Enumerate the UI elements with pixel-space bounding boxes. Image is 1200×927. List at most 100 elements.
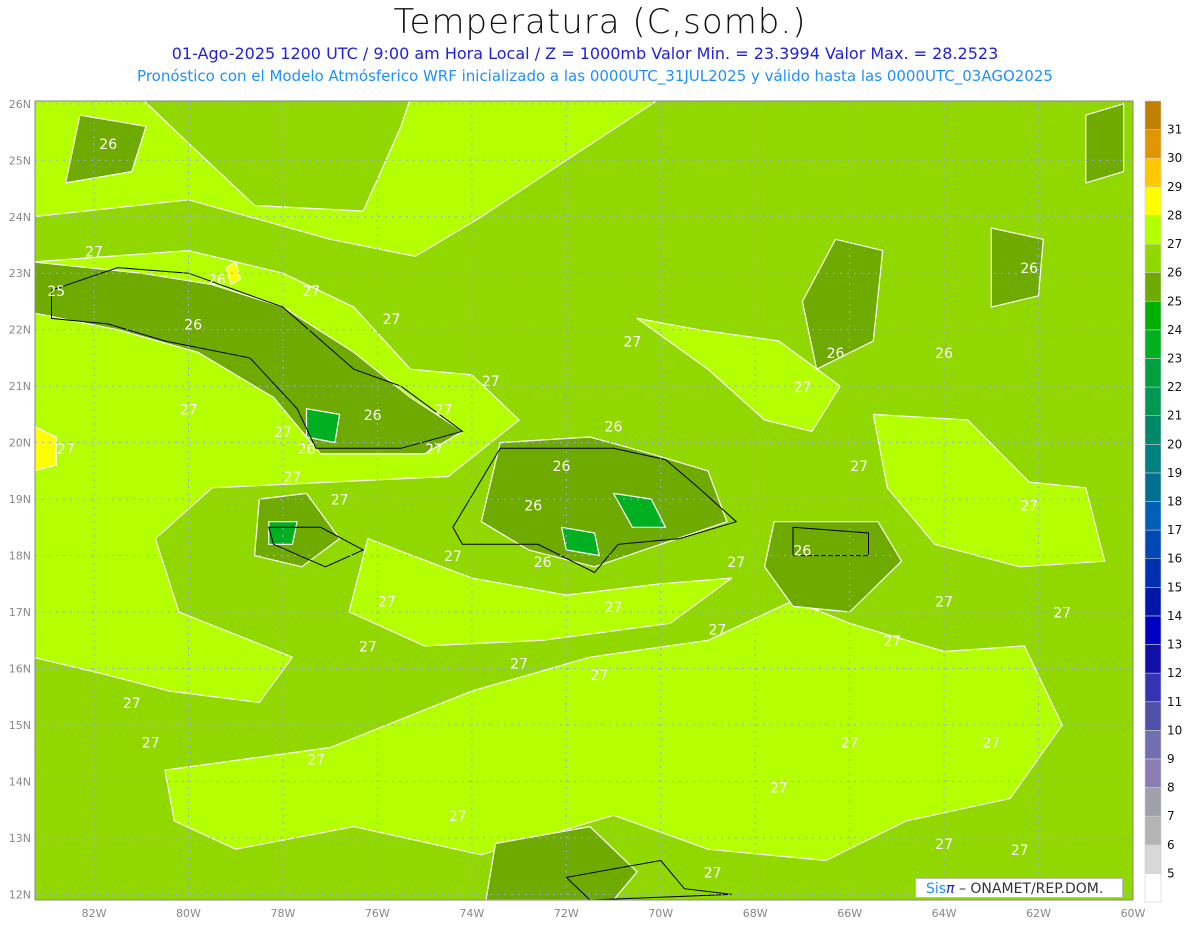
colorbar-swatch <box>1144 815 1162 846</box>
colorbar-label: 27 <box>1167 237 1182 251</box>
lon-tick-label: 68W <box>743 907 768 920</box>
lon-tick-label: 76W <box>365 907 390 920</box>
lat-tick-label: 24N <box>9 211 31 224</box>
contour-label: 27 <box>1053 606 1071 622</box>
lat-tick-label: 14N <box>9 775 31 788</box>
lat-tick-label: 26N <box>9 98 31 111</box>
contour-label: 27 <box>444 549 462 565</box>
lon-tick-label: 66W <box>837 907 862 920</box>
lat-tick-label: 23N <box>9 267 31 280</box>
lat-tick-label: 17N <box>9 606 31 619</box>
contour-label: 27 <box>708 623 726 639</box>
contour-label: 26 <box>298 442 316 458</box>
lon-tick-label: 80W <box>176 907 201 920</box>
contour-label: 27 <box>770 781 788 797</box>
colorbar-swatch <box>1144 186 1162 216</box>
contour-label: 27 <box>883 634 901 650</box>
colorbar-label: 7 <box>1167 809 1175 823</box>
contour-label: 27 <box>605 600 623 616</box>
colorbar-swatch <box>1144 758 1162 788</box>
colorbar-label: 6 <box>1167 838 1175 852</box>
contour-label: 27 <box>623 335 641 351</box>
colorbar-label: 22 <box>1167 380 1182 394</box>
colorbar-swatch <box>1144 558 1162 588</box>
colorbar-label: 20 <box>1167 437 1182 451</box>
colorbar-swatch <box>1144 272 1162 302</box>
contour-label: 27 <box>331 493 349 509</box>
lon-tick-label: 82W <box>82 907 107 920</box>
contour-label: 27 <box>935 837 953 853</box>
contour-label: 27 <box>57 442 75 458</box>
lat-tick-label: 20N <box>9 437 31 450</box>
contour-label: 27 <box>727 555 745 571</box>
colorbar-swatch <box>1144 415 1162 445</box>
lon-tick-label: 64W <box>932 907 957 920</box>
colorbar-label: 28 <box>1167 208 1182 222</box>
lat-tick-label: 22N <box>9 324 31 337</box>
colorbar-swatch <box>1144 787 1162 817</box>
colorbar-label: 26 <box>1167 266 1182 280</box>
colorbar-swatch <box>1144 129 1162 159</box>
colorbar-label: 24 <box>1167 323 1182 337</box>
colorbar-swatch <box>1144 243 1162 273</box>
contour-label: 27 <box>1011 843 1029 859</box>
colorbar-label: 23 <box>1167 351 1182 365</box>
colorbar-swatch <box>1144 215 1162 245</box>
contour-label: 26 <box>208 273 226 289</box>
colorbar-label: 11 <box>1167 695 1182 709</box>
colorbar-label: 21 <box>1167 409 1182 423</box>
colorbar-swatch <box>1144 329 1162 359</box>
contour-label: 26 <box>553 459 571 475</box>
contour-label: 27 <box>123 696 141 712</box>
colorbar-label: 10 <box>1167 723 1182 737</box>
contour-label: 27 <box>449 809 467 825</box>
lon-tick-label: 62W <box>1026 907 1051 920</box>
credit-box: Sisπ – ONAMET/REP.DOM. <box>915 878 1123 898</box>
contour-label: 27 <box>794 380 812 396</box>
contour-label: 27 <box>302 284 320 300</box>
contour-label: 27 <box>383 312 401 328</box>
contour-label: 27 <box>841 736 859 752</box>
contour-label: 27 <box>85 244 103 260</box>
colorbar-label: 19 <box>1167 466 1182 480</box>
cool-region-ne <box>1085 103 1125 184</box>
colorbar-label: 12 <box>1167 666 1182 680</box>
lat-tick-label: 13N <box>9 832 31 845</box>
colorbar-swatch <box>1144 844 1162 874</box>
contour-label: 25 <box>47 284 65 300</box>
cold-core-cuba <box>305 408 341 444</box>
contour-label: 27 <box>307 752 325 768</box>
contour-label: 26 <box>99 137 117 153</box>
colorbar-label: 31 <box>1167 123 1182 137</box>
colorbar-swatch <box>1144 701 1162 731</box>
contour-label: 27 <box>850 459 868 475</box>
colorbar-swatch <box>1144 443 1162 474</box>
contour-label: 27 <box>425 442 443 458</box>
colorbar-swatch <box>1144 730 1162 760</box>
contour-label: 27 <box>359 640 377 656</box>
contour-label: 26 <box>524 498 542 514</box>
colorbar-label: 5 <box>1167 866 1175 880</box>
contour-label: 26 <box>827 346 845 362</box>
credit-logo-sis: Sis <box>926 881 947 897</box>
colorbar-swatch <box>1144 615 1162 645</box>
contour-label: 26 <box>605 419 623 435</box>
colorbar-label: 13 <box>1167 638 1182 652</box>
contour-label: 27 <box>510 656 528 672</box>
colorbar-label: 16 <box>1167 552 1182 566</box>
colorbar-swatch <box>1144 157 1162 188</box>
colorbar-swatch <box>1144 386 1162 416</box>
contour-label: 27 <box>378 594 396 610</box>
colorbar-swatch <box>1144 672 1162 703</box>
colorbar-swatch <box>1144 472 1162 502</box>
colorbar-swatch <box>1144 529 1162 560</box>
lat-tick-label: 12N <box>9 888 31 901</box>
colorbar-label: 15 <box>1167 580 1182 594</box>
colorbar-swatch <box>1144 587 1162 617</box>
contour-label: 27 <box>982 736 1000 752</box>
lat-tick-label: 19N <box>9 493 31 506</box>
colorbar-label: 14 <box>1167 609 1182 623</box>
lon-tick-label: 74W <box>459 907 484 920</box>
colorbar-label: 30 <box>1167 151 1182 165</box>
colorbar-swatch <box>1144 873 1162 903</box>
